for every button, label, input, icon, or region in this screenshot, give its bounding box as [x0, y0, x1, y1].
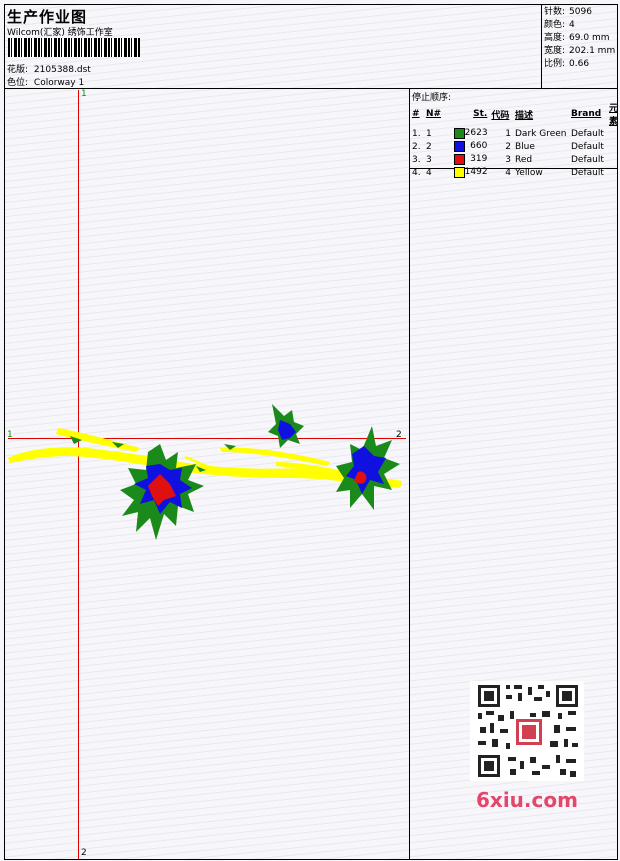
qr-code [470, 681, 584, 781]
qr-code-image [470, 681, 584, 781]
axis-marker-left: 1 [7, 430, 13, 440]
axis-marker-bottom: 2 [81, 848, 87, 858]
flower-small [268, 404, 304, 448]
yellow-vine [8, 428, 402, 488]
watermark-text: 6xiu.com [476, 788, 578, 812]
axis-marker-right: 2 [396, 430, 402, 440]
axis-marker-top: 1 [81, 89, 87, 99]
